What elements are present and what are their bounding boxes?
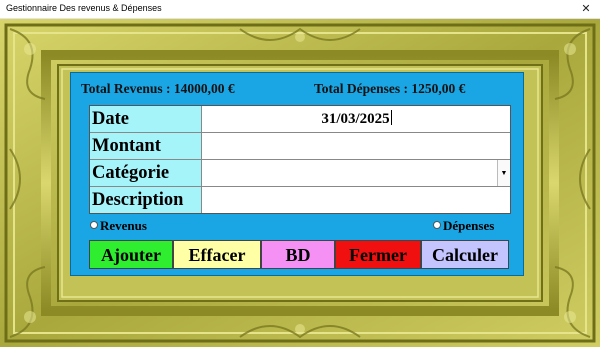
chevron-down-icon[interactable]: ▼ [497,160,510,186]
window-title: Gestionnaire Des revenus & Dépenses [6,3,162,13]
row-montant: Montant [90,133,510,160]
categorie-label: Catégorie [90,160,202,186]
row-description: Description [90,187,510,213]
radio-button-icon[interactable] [90,221,98,229]
description-field[interactable] [203,187,510,213]
close-icon[interactable]: ✕ [572,0,600,18]
row-categorie: Catégorie ▼ [90,160,510,187]
main-panel: Total Revenus : 14000,00 € Total Dépense… [70,72,524,276]
text-caret [390,110,392,125]
montant-field[interactable] [203,133,510,159]
total-revenus-label: Total Revenus : 14000,00 € [81,81,235,96]
total-depenses-label: Total Dépenses : 1250,00 € [314,81,466,96]
date-field[interactable]: 31/03/2025 [203,106,510,132]
description-label: Description [90,187,202,213]
date-value: 31/03/2025 [321,111,390,127]
bd-button[interactable]: BD [261,240,335,269]
montant-label: Montant [90,133,202,159]
row-date: Date 31/03/2025 [90,106,510,133]
ajouter-button[interactable]: Ajouter [89,240,173,269]
calculer-button[interactable]: Calculer [421,240,509,269]
categorie-select[interactable]: ▼ [203,160,510,186]
fermer-button[interactable]: Fermer [335,240,421,269]
title-bar: Gestionnaire Des revenus & Dépenses ✕ [0,0,600,19]
radio-button-icon[interactable] [433,221,441,229]
radio-depenses[interactable]: Dépenses [433,218,494,234]
radio-revenus-label: Revenus [100,218,147,233]
entry-form: Date 31/03/2025 Montant Catégorie ▼ Desc… [89,105,511,214]
radio-depenses-label: Dépenses [443,218,495,233]
radio-revenus[interactable]: Revenus [90,218,147,234]
date-label: Date [90,106,202,132]
effacer-button[interactable]: Effacer [173,240,261,269]
